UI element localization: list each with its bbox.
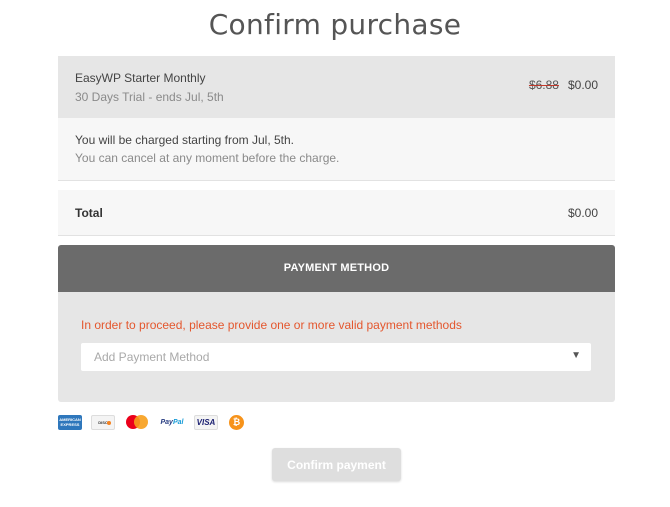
product-name: EasyWP Starter Monthly xyxy=(75,71,206,85)
payment-error-message: In order to proceed, please provide one … xyxy=(81,318,462,332)
total-row: Total $0.00 xyxy=(58,190,615,236)
cancel-info-text: You can cancel at any moment before the … xyxy=(75,151,340,165)
amex-card-icon: AMERICAN EXPRESS xyxy=(58,414,82,430)
bitcoin-icon: ₿ xyxy=(229,414,244,430)
page-title: Confirm purchase xyxy=(208,8,462,41)
original-price: $6.88 xyxy=(528,78,559,92)
confirm-payment-button[interactable]: Confirm payment xyxy=(272,448,401,481)
price-block: $6.88 $0.00 xyxy=(529,78,598,92)
total-label: Total xyxy=(75,206,103,220)
charge-start-text: You will be charged starting from Jul, 5… xyxy=(75,133,295,147)
payment-method-panel: In order to proceed, please provide one … xyxy=(58,292,615,402)
payment-method-header: PAYMENT METHOD xyxy=(58,245,615,292)
current-price: $0.00 xyxy=(567,78,598,92)
charge-notice: You will be charged starting from Jul, 5… xyxy=(58,118,615,181)
dropdown-arrow-icon[interactable]: ▼ xyxy=(571,350,581,361)
accepted-payment-logos: AMERICAN EXPRESS DISC Pay Pal VISA ₿ xyxy=(58,414,244,430)
visa-card-icon: VISA xyxy=(194,414,218,430)
discover-card-icon: DISC xyxy=(91,414,115,430)
paypal-icon: Pay Pal xyxy=(160,418,184,426)
payment-method-placeholder: Add Payment Method xyxy=(94,350,210,364)
trial-info: 30 Days Trial - ends Jul, 5th xyxy=(75,90,224,104)
order-line-item: EasyWP Starter Monthly 30 Days Trial - e… xyxy=(58,56,615,118)
mastercard-icon xyxy=(124,414,150,430)
total-amount: $0.00 xyxy=(567,206,598,220)
payment-method-select[interactable]: Add Payment Method ▼ xyxy=(81,343,591,371)
